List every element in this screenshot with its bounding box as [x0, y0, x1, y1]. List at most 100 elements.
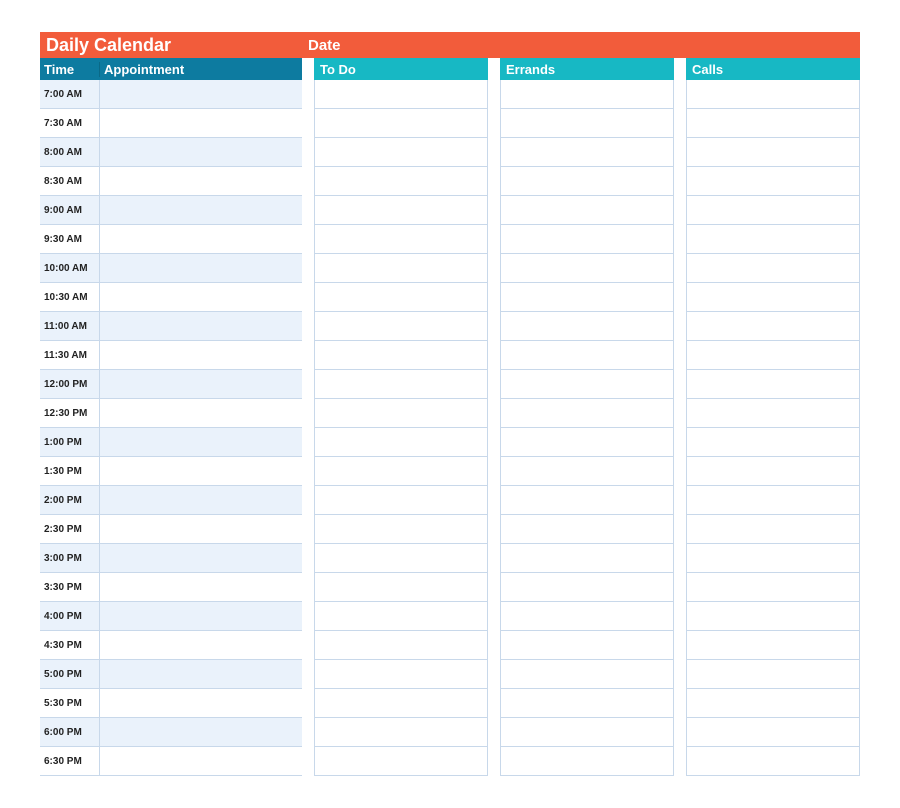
todo-cell[interactable]	[314, 80, 488, 109]
errands-cell[interactable]	[500, 312, 674, 341]
calls-cell[interactable]	[686, 370, 860, 399]
todo-cell[interactable]	[314, 689, 488, 718]
calls-cell[interactable]	[686, 515, 860, 544]
errands-cell[interactable]	[500, 428, 674, 457]
appointment-cell[interactable]	[100, 573, 302, 601]
todo-cell[interactable]	[314, 602, 488, 631]
todo-cell[interactable]	[314, 370, 488, 399]
appointment-cell[interactable]	[100, 747, 302, 775]
errands-cell[interactable]	[500, 486, 674, 515]
errands-cell[interactable]	[500, 225, 674, 254]
todo-cell[interactable]	[314, 573, 488, 602]
todo-cell[interactable]	[314, 167, 488, 196]
todo-cell[interactable]	[314, 428, 488, 457]
appointment-cell[interactable]	[100, 486, 302, 514]
todo-cell[interactable]	[314, 312, 488, 341]
todo-cell[interactable]	[314, 196, 488, 225]
appointment-cell[interactable]	[100, 312, 302, 340]
todo-cell[interactable]	[314, 138, 488, 167]
calls-cell[interactable]	[686, 660, 860, 689]
calls-cell[interactable]	[686, 283, 860, 312]
calls-cell[interactable]	[686, 225, 860, 254]
appointment-cell[interactable]	[100, 660, 302, 688]
todo-cell[interactable]	[314, 254, 488, 283]
appointment-cell[interactable]	[100, 515, 302, 543]
calls-cell[interactable]	[686, 254, 860, 283]
appointment-cell[interactable]	[100, 283, 302, 311]
calls-cell[interactable]	[686, 689, 860, 718]
appointment-cell[interactable]	[100, 254, 302, 282]
errands-cell[interactable]	[500, 602, 674, 631]
todo-cell[interactable]	[314, 457, 488, 486]
appointment-cell[interactable]	[100, 80, 302, 108]
schedule-row: 8:00 AM	[40, 138, 302, 167]
errands-cell[interactable]	[500, 196, 674, 225]
errands-cell[interactable]	[500, 109, 674, 138]
calls-cell[interactable]	[686, 399, 860, 428]
errands-cell[interactable]	[500, 80, 674, 109]
appointment-cell[interactable]	[100, 399, 302, 427]
errands-cell[interactable]	[500, 544, 674, 573]
calls-cell[interactable]	[686, 80, 860, 109]
appointment-cell[interactable]	[100, 109, 302, 137]
todo-cell[interactable]	[314, 747, 488, 776]
calls-cell[interactable]	[686, 138, 860, 167]
appointment-cell[interactable]	[100, 631, 302, 659]
schedule-row: 7:30 AM	[40, 109, 302, 138]
appointment-cell[interactable]	[100, 544, 302, 572]
appointment-cell[interactable]	[100, 602, 302, 630]
calls-cell[interactable]	[686, 341, 860, 370]
errands-cell[interactable]	[500, 399, 674, 428]
calls-cell[interactable]	[686, 486, 860, 515]
calls-cell[interactable]	[686, 457, 860, 486]
errands-cell[interactable]	[500, 747, 674, 776]
calls-cell[interactable]	[686, 196, 860, 225]
todo-cell[interactable]	[314, 225, 488, 254]
errands-cell[interactable]	[500, 515, 674, 544]
errands-cell[interactable]	[500, 689, 674, 718]
errands-cell[interactable]	[500, 573, 674, 602]
appointment-cell[interactable]	[100, 428, 302, 456]
todo-cell[interactable]	[314, 341, 488, 370]
appointment-cell[interactable]	[100, 370, 302, 398]
errands-cell[interactable]	[500, 341, 674, 370]
time-cell: 5:00 PM	[40, 660, 100, 688]
calls-cell[interactable]	[686, 573, 860, 602]
calls-cell[interactable]	[686, 167, 860, 196]
appointment-cell[interactable]	[100, 167, 302, 195]
calls-cell[interactable]	[686, 428, 860, 457]
todo-cell[interactable]	[314, 631, 488, 660]
errands-cell[interactable]	[500, 283, 674, 312]
calls-cell[interactable]	[686, 544, 860, 573]
calls-cell[interactable]	[686, 602, 860, 631]
errands-cell[interactable]	[500, 370, 674, 399]
errands-cell[interactable]	[500, 457, 674, 486]
errands-cell[interactable]	[500, 254, 674, 283]
todo-cell[interactable]	[314, 486, 488, 515]
appointment-cell[interactable]	[100, 225, 302, 253]
todo-cell[interactable]	[314, 718, 488, 747]
calls-cell[interactable]	[686, 718, 860, 747]
appointment-cell[interactable]	[100, 196, 302, 224]
errands-cell[interactable]	[500, 631, 674, 660]
calls-cell[interactable]	[686, 312, 860, 341]
calls-cell[interactable]	[686, 109, 860, 138]
appointment-cell[interactable]	[100, 341, 302, 369]
errands-cell[interactable]	[500, 167, 674, 196]
appointment-cell[interactable]	[100, 718, 302, 746]
todo-cell[interactable]	[314, 515, 488, 544]
errands-cell[interactable]	[500, 660, 674, 689]
todo-cell[interactable]	[314, 399, 488, 428]
calls-cell[interactable]	[686, 747, 860, 776]
todo-column: To Do	[314, 58, 488, 776]
errands-cell[interactable]	[500, 138, 674, 167]
calls-cell[interactable]	[686, 631, 860, 660]
errands-cell[interactable]	[500, 718, 674, 747]
appointment-cell[interactable]	[100, 138, 302, 166]
appointment-cell[interactable]	[100, 457, 302, 485]
todo-cell[interactable]	[314, 109, 488, 138]
todo-cell[interactable]	[314, 660, 488, 689]
appointment-cell[interactable]	[100, 689, 302, 717]
todo-cell[interactable]	[314, 283, 488, 312]
todo-cell[interactable]	[314, 544, 488, 573]
